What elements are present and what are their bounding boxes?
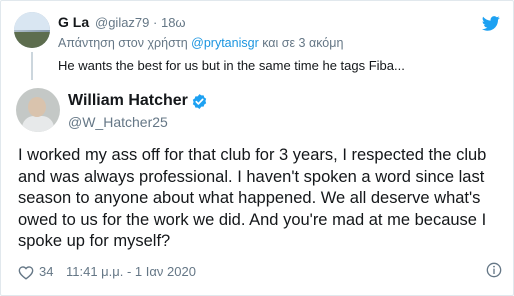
info-icon[interactable] — [486, 262, 502, 278]
reply-tweet-text: He wants the best for us but in the same… — [58, 58, 405, 73]
heart-icon[interactable] — [18, 265, 34, 280]
reply-time: 18ω — [160, 15, 186, 30]
verified-badge-icon — [192, 94, 207, 109]
main-tweet-text: I worked my ass off for that club for 3 … — [18, 146, 487, 250]
thread-connector-line — [31, 52, 33, 80]
reply-author-handle[interactable]: @gilaz79 · 18ω — [95, 15, 186, 30]
twitter-bird-icon[interactable] — [482, 16, 500, 31]
reply-author-name[interactable]: G La — [58, 14, 89, 30]
reply-author-avatar[interactable] — [14, 12, 50, 48]
replying-to-mention-link[interactable]: @prytanisgr — [191, 36, 259, 50]
replying-to-line: Απάντηση στον χρήστη @prytanisgr και σε … — [58, 36, 344, 50]
like-count[interactable]: 34 — [39, 264, 53, 279]
main-author-handle[interactable]: @W_Hatcher25 — [68, 114, 168, 130]
tweet-timestamp[interactable]: 11:41 μ.μ. - 1 Ιαν 2020 — [66, 264, 196, 279]
main-author-avatar[interactable] — [16, 88, 60, 132]
main-author-name[interactable]: William Hatcher — [68, 92, 188, 110]
